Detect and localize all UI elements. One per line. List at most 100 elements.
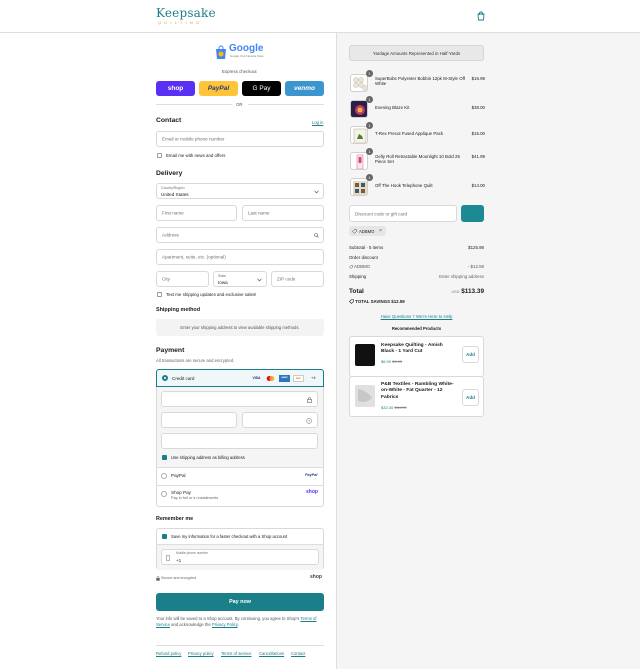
rec-price: $32.00 $34.99 <box>381 405 407 411</box>
discount-code-label: ADBMO <box>353 264 371 269</box>
quantity-badge: 1 <box>366 70 373 77</box>
quantity-badge: 1 <box>366 96 373 103</box>
shipping-label: Shipping <box>349 274 367 279</box>
line-item: 1 Gelly Roll Retractable Moonlight 10 Bo… <box>350 148 485 170</box>
subtotal-label: Subtotal · 5 items <box>349 245 384 250</box>
state-select[interactable]: State Iowa <box>213 271 267 287</box>
refund-policy-link[interactable]: Refund policy <box>156 651 181 656</box>
shoppay-option[interactable]: Shop Pay Pay in full or in installments … <box>157 486 323 506</box>
discount-field[interactable]: Discount code or gift card <box>349 205 457 222</box>
currency-label: USD <box>451 290 460 294</box>
product-thumbnail <box>355 344 375 366</box>
chevron-down-icon <box>314 190 319 194</box>
billing-checkbox[interactable] <box>162 455 167 460</box>
google-badge[interactable]: Google Google Your Favorite Store <box>214 43 266 62</box>
recommended-product: Keepsake Quilting - Amish Black - 1 Yard… <box>349 336 484 377</box>
product-thumbnail <box>355 385 375 407</box>
apply-discount-button[interactable] <box>461 205 484 222</box>
news-label: Email me with news and offers <box>166 153 226 158</box>
chevron-down-icon <box>257 278 262 282</box>
add-button[interactable]: Add <box>462 346 479 363</box>
paypal-radio[interactable] <box>161 473 167 479</box>
country-select[interactable]: Country/Region United States <box>156 183 324 199</box>
first-name-field[interactable]: First name <box>156 205 237 221</box>
order-discount-label: Order discount <box>349 255 378 260</box>
address-placeholder: Address <box>162 232 179 238</box>
item-name: Off The Hook Telephone Quilt <box>375 183 433 188</box>
item-price: $14.00 <box>471 183 485 188</box>
total-label: Total <box>349 288 364 295</box>
shoppay-logo: shop <box>306 489 318 495</box>
expiration-field[interactable] <box>161 412 237 428</box>
remove-tag-icon[interactable]: × <box>379 228 382 234</box>
apartment-field[interactable]: Apartment, suite, etc. (optional) <box>156 249 324 265</box>
login-link[interactable]: Log in <box>312 120 323 125</box>
country-label: Country/Region <box>161 186 185 190</box>
mastercard-icon <box>266 376 275 381</box>
shop-pay-button[interactable]: shop <box>156 81 195 96</box>
add-button[interactable]: Add <box>462 389 479 406</box>
visa-icon: VISA <box>252 376 261 380</box>
save-info-checkbox[interactable] <box>162 534 167 539</box>
subtotal-row: Subtotal · 5 items $125.98 <box>349 245 484 250</box>
apartment-placeholder: Apartment, suite, etc. (optional) <box>162 254 226 260</box>
email-field[interactable]: Email or mobile phone number <box>156 131 324 147</box>
secure-label: Secure and encrypted <box>161 576 197 580</box>
contact-title: Contact <box>156 117 182 124</box>
help-link[interactable]: Have Questions ? We're Here to Help <box>349 314 484 319</box>
venmo-label: venmo <box>294 85 315 92</box>
phone-field[interactable]: Mobile phone number +1 <box>161 549 319 565</box>
venmo-button[interactable]: venmo <box>285 81 324 96</box>
terms-of-service-link[interactable]: Terms of service <box>221 651 251 656</box>
pay-now-button[interactable]: Pay now <box>156 593 324 611</box>
paypal-button[interactable]: PayPal <box>199 81 238 96</box>
shipping-method-note: Enter your shipping address to view avai… <box>156 319 324 336</box>
shoppay-radio[interactable] <box>161 491 167 497</box>
card-number-field[interactable] <box>161 391 318 407</box>
help-icon[interactable]: ? <box>306 418 312 424</box>
cancellations-link[interactable]: Cancellations <box>259 651 284 656</box>
discount-code-row: ADBMO - $12.59 <box>349 264 484 269</box>
credit-card-option[interactable]: Credit card VISA AMEX DISC +4 <box>156 369 324 387</box>
logo[interactable]: Keepsake QUILTING <box>156 6 216 25</box>
legal-text-2: and acknowledge the <box>171 621 211 627</box>
city-placeholder: City <box>162 276 170 282</box>
item-price: $15.00 <box>471 131 485 136</box>
news-checkbox[interactable] <box>157 153 162 158</box>
total-row: Total USD $113.39 <box>349 288 484 295</box>
privacy-link[interactable]: Privacy Policy <box>212 622 238 627</box>
product-thumbnail <box>350 126 368 144</box>
zip-field[interactable]: ZIP code <box>271 271 324 287</box>
privacy-policy-link[interactable]: Privacy policy <box>188 651 214 656</box>
brand-name: Keepsake <box>156 6 216 20</box>
name-on-card-field[interactable] <box>161 433 318 449</box>
shopping-bag-icon[interactable] <box>476 11 486 21</box>
security-code-field[interactable]: ? <box>242 412 318 428</box>
header: Keepsake QUILTING <box>0 0 640 33</box>
line-item: 1 Evening Blaze Kit $38.00 <box>350 96 485 118</box>
paypal-option[interactable]: PayPal PayPal <box>157 468 323 485</box>
remember-title: Remember me <box>156 516 194 522</box>
credit-card-radio[interactable] <box>162 375 168 381</box>
phone-icon <box>166 555 170 561</box>
city-field[interactable]: City <box>156 271 209 287</box>
lock-icon <box>307 397 312 403</box>
last-name-field[interactable]: Last name <box>242 205 324 221</box>
google-pay-button[interactable]: G Pay <box>242 81 281 96</box>
quantity-badge: 1 <box>366 174 373 181</box>
pay-now-label: Pay now <box>229 599 251 605</box>
amex-icon: AMEX <box>279 375 290 382</box>
contact-link[interactable]: Contact <box>291 651 305 656</box>
total-value: $113.39 <box>461 288 484 295</box>
shop-pay-label: shop <box>167 85 184 92</box>
shipping-value: Enter shipping address <box>439 274 484 279</box>
product-thumbnail <box>350 178 368 196</box>
shipping-row: Shipping Enter shipping address <box>349 274 484 279</box>
or-label: OR <box>236 102 243 107</box>
sms-checkbox[interactable] <box>157 292 162 297</box>
state-label: State <box>218 274 226 278</box>
quantity-badge: 1 <box>366 122 373 129</box>
address-field[interactable]: Address <box>156 227 324 243</box>
email-placeholder: Email or mobile phone number <box>162 136 225 142</box>
rec-sale-price: $6.99 <box>381 359 392 364</box>
